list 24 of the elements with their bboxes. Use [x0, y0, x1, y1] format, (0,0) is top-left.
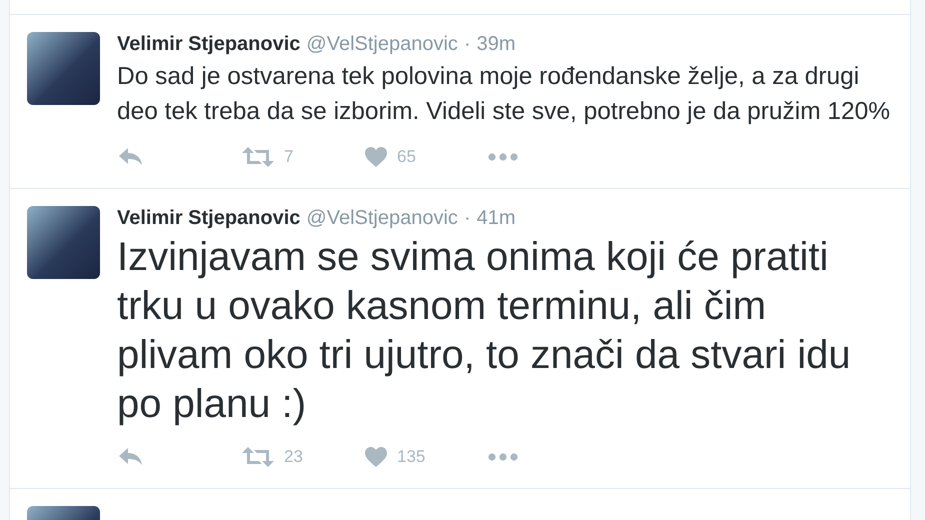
tweet-text: Do sad je ostvarena tek polovina moje rođendanske želje, a za drugi deo tek treba da se izborim. Videli ste sve, potrebno je da pružim 120% — [117, 62, 892, 127]
separator-dot: · — [464, 32, 471, 56]
heart-icon — [365, 147, 387, 167]
user-handle[interactable]: @VelStjepanovic — [306, 206, 458, 230]
user-name[interactable]: Velimir Stjepanovic — [117, 32, 300, 56]
reply-arrow-icon — [119, 148, 143, 166]
more-dots-icon — [488, 153, 518, 161]
retweet-button[interactable]: 23 — [242, 447, 365, 467]
more-dots-icon — [488, 453, 518, 461]
retweet-button[interactable]: 7 — [242, 147, 365, 167]
user-name[interactable]: Velimir Stjepanovic — [117, 206, 300, 230]
reply-arrow-icon — [119, 448, 143, 466]
heart-icon — [365, 447, 387, 467]
avatar-photo-placeholder[interactable] — [27, 206, 100, 279]
retweet-icon — [242, 447, 274, 467]
like-button[interactable]: 65 — [365, 147, 488, 167]
avatar-photo-placeholder[interactable] — [27, 32, 100, 105]
separator-dot: · — [464, 206, 471, 230]
retweet-icon — [242, 147, 274, 167]
user-handle[interactable]: @VelStjepanovic — [306, 32, 458, 56]
tweet-time[interactable]: 41m — [476, 206, 516, 230]
like-button[interactable]: 135 — [365, 447, 488, 467]
tweet-text: Izvinjavam se svima onima koji će pratiti trku u ovako kasnom terminu, ali čim plivam oko tri ujutro, to znači da stvari idu po planu :) — [117, 234, 852, 428]
tweet-time[interactable]: 39m — [476, 32, 516, 56]
